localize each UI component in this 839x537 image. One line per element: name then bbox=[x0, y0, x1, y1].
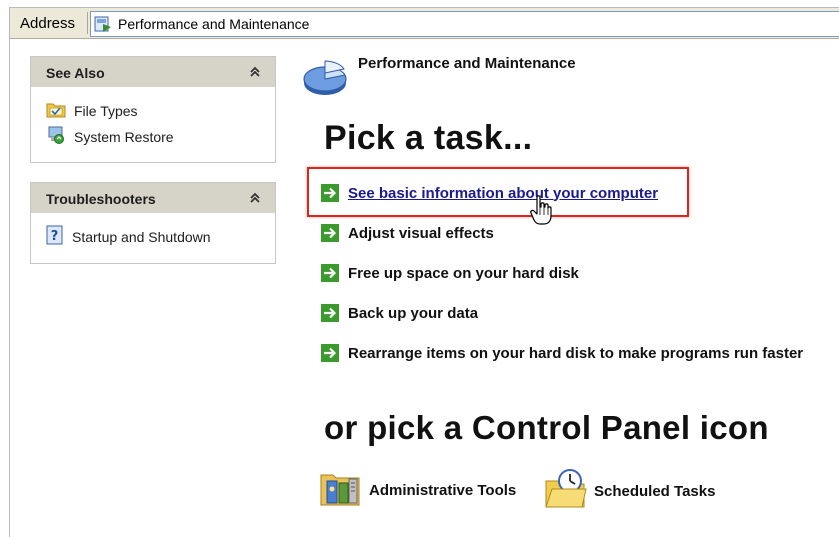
scheduled-tasks-icon bbox=[544, 467, 588, 516]
collapse-chevron-icon[interactable] bbox=[247, 64, 263, 80]
troubleshooter-item-label: Startup and Shutdown bbox=[72, 229, 211, 245]
task-adjust-visual-effects[interactable]: Adjust visual effects bbox=[321, 223, 494, 243]
pick-icon-heading: or pick a Control Panel icon bbox=[324, 409, 769, 446]
see-also-item-label: File Types bbox=[74, 103, 138, 119]
control-panel-category-icon bbox=[94, 15, 112, 38]
address-separator bbox=[87, 12, 88, 34]
system-restore-icon bbox=[46, 125, 66, 150]
see-also-item-system-restore[interactable]: System Restore bbox=[46, 126, 174, 148]
task-defragment[interactable]: Rearrange items on your hard disk to mak… bbox=[321, 343, 803, 363]
control-panel-icon-scheduled-tasks[interactable]: Scheduled Tasks bbox=[544, 467, 715, 516]
control-panel-icon-label[interactable]: Administrative Tools bbox=[369, 482, 516, 499]
green-arrow-icon bbox=[321, 224, 339, 242]
address-label: Address bbox=[20, 15, 76, 32]
green-arrow-icon bbox=[321, 344, 339, 362]
content-area: See Also File Types System Restore Troub… bbox=[10, 39, 839, 536]
control-panel-icon-administrative-tools[interactable]: Administrative Tools bbox=[319, 467, 516, 514]
collapse-chevron-icon[interactable] bbox=[247, 190, 263, 206]
troubleshooter-item-startup[interactable]: ? Startup and Shutdown bbox=[46, 225, 211, 250]
address-value: Performance and Maintenance bbox=[118, 16, 310, 32]
see-also-panel: See Also File Types System Restore bbox=[30, 56, 276, 163]
category-title: Performance and Maintenance bbox=[358, 55, 576, 72]
green-arrow-icon bbox=[321, 264, 339, 282]
see-also-item-file-types[interactable]: File Types bbox=[46, 100, 138, 122]
task-see-basic-info[interactable]: See basic information about your compute… bbox=[321, 183, 658, 203]
performance-maintenance-icon bbox=[300, 53, 350, 104]
troubleshooters-title: Troubleshooters bbox=[46, 191, 156, 207]
control-panel-icon-label[interactable]: Scheduled Tasks bbox=[594, 483, 715, 500]
task-free-up-space[interactable]: Free up space on your hard disk bbox=[321, 263, 579, 283]
svg-text:?: ? bbox=[51, 229, 59, 244]
pick-task-heading: Pick a task... bbox=[324, 119, 533, 157]
green-arrow-icon bbox=[321, 184, 339, 202]
task-back-up-data[interactable]: Back up your data bbox=[321, 303, 478, 323]
see-also-item-label: System Restore bbox=[74, 129, 174, 145]
troubleshooters-header[interactable]: Troubleshooters bbox=[31, 183, 275, 213]
hand-pointer-cursor-icon bbox=[530, 195, 552, 230]
administrative-tools-icon bbox=[319, 467, 363, 514]
task-link[interactable]: See basic information about your compute… bbox=[348, 185, 658, 202]
see-also-header[interactable]: See Also bbox=[31, 57, 275, 87]
address-field[interactable]: Performance and Maintenance bbox=[90, 11, 839, 37]
green-arrow-icon bbox=[321, 304, 339, 322]
task-link[interactable]: Rearrange items on your hard disk to mak… bbox=[348, 345, 803, 362]
task-link[interactable]: Back up your data bbox=[348, 305, 478, 322]
file-types-icon bbox=[46, 100, 66, 123]
see-also-title: See Also bbox=[46, 65, 105, 81]
help-icon: ? bbox=[46, 225, 64, 250]
task-link[interactable]: Free up space on your hard disk bbox=[348, 265, 579, 282]
task-link[interactable]: Adjust visual effects bbox=[348, 225, 494, 242]
address-bar: Address Performance and Maintenance bbox=[10, 8, 839, 39]
troubleshooters-panel: Troubleshooters ? Startup and Shutdown bbox=[30, 182, 276, 264]
